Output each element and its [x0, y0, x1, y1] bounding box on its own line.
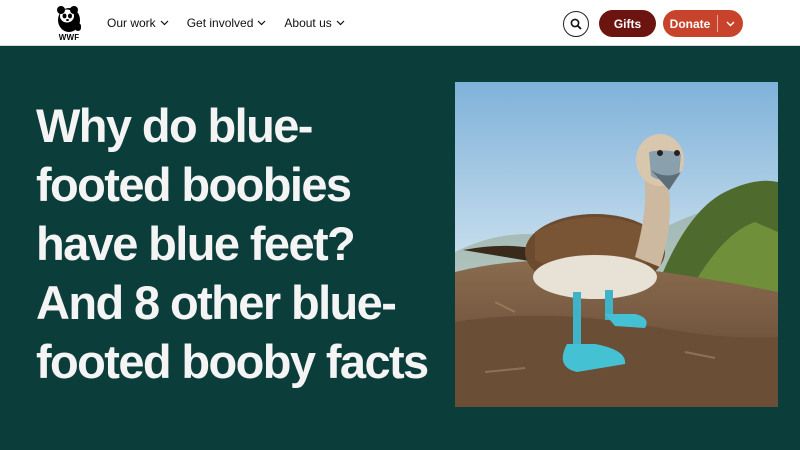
nav-about-us[interactable]: About us: [284, 16, 345, 30]
site-header: WWF Our work Get involved About us Gifts…: [0, 0, 800, 46]
donate-button[interactable]: Donate: [663, 10, 717, 37]
nav-our-work[interactable]: Our work: [107, 16, 169, 30]
gifts-button[interactable]: Gifts: [599, 10, 656, 37]
nav-label: Get involved: [186, 16, 254, 30]
blue-footed-booby-photo: [455, 82, 778, 407]
nav-label: Our work: [107, 16, 156, 30]
wwf-logo[interactable]: WWF: [54, 5, 84, 42]
nav-get-involved[interactable]: Get involved: [187, 16, 267, 30]
hero-image: [455, 82, 778, 407]
search-icon: [570, 18, 582, 30]
panda-logo-icon: [57, 6, 81, 32]
article-title: Why do blue-footed boobies have blue fee…: [36, 99, 429, 388]
donate-button-group: Donate: [663, 10, 743, 37]
donate-dropdown-toggle[interactable]: [718, 10, 743, 37]
chevron-down-icon: [726, 21, 735, 26]
logo-text: WWF: [58, 33, 80, 42]
search-button[interactable]: [563, 11, 589, 37]
nav-label: About us: [284, 16, 332, 30]
chevron-down-icon: [160, 20, 169, 26]
chevron-down-icon: [336, 20, 345, 26]
main-nav: Our work Get involved About us: [107, 16, 345, 30]
chevron-down-icon: [257, 20, 266, 26]
